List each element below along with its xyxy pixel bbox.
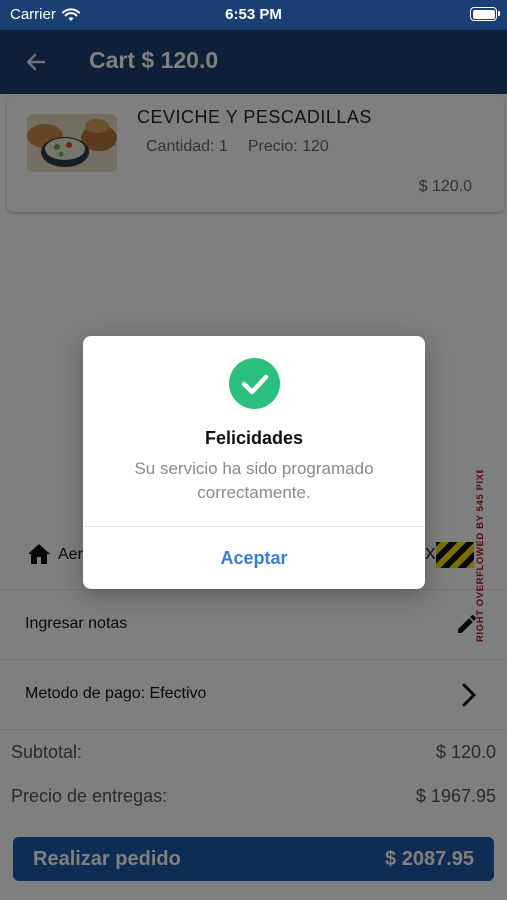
success-dialog: Felicidades Su servicio ha sido programa… <box>83 336 425 589</box>
dialog-message: Su servicio ha sido programado correctam… <box>134 459 374 502</box>
status-time: 6:53 PM <box>225 6 282 23</box>
accept-button[interactable]: Aceptar <box>83 527 425 589</box>
dialog-title: Felicidades <box>204 428 304 448</box>
check-icon <box>241 374 268 394</box>
battery-icon <box>470 7 500 21</box>
status-bar: Carrier 6:53 PM <box>0 0 507 30</box>
success-badge <box>229 358 280 409</box>
